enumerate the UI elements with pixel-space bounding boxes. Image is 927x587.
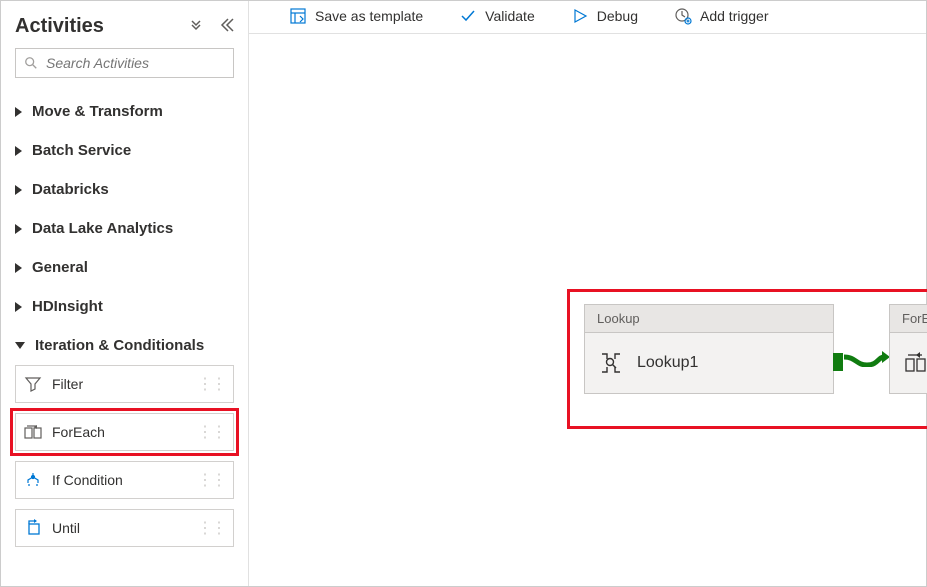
node-lookup[interactable]: Lookup Lookup1	[584, 304, 834, 394]
filter-icon	[24, 375, 42, 393]
category-move-transform[interactable]: Move & Transform	[15, 92, 234, 131]
category-batch-service[interactable]: Batch Service	[15, 131, 234, 170]
search-input[interactable]	[46, 55, 225, 71]
search-icon	[24, 56, 38, 70]
sidebar-header: Activities	[15, 15, 234, 38]
node-name: Lookup1	[637, 354, 698, 372]
category-iteration[interactable]: Iteration & Conditionals	[15, 326, 234, 365]
drag-handle-icon: ⋮⋮	[197, 518, 225, 538]
drag-handle-icon: ⋮⋮	[197, 470, 225, 490]
validate-button[interactable]: Validate	[459, 7, 535, 25]
search-activities-box[interactable]	[15, 48, 234, 78]
drag-handle-icon: ⋮⋮	[197, 374, 225, 394]
category-data-lake[interactable]: Data Lake Analytics	[15, 209, 234, 248]
lookup-icon	[599, 351, 623, 375]
node-foreach[interactable]: ForEach ForEach1	[889, 304, 927, 394]
trigger-icon	[674, 7, 692, 25]
category-databricks[interactable]: Databricks	[15, 170, 234, 209]
foreach-icon	[24, 423, 42, 441]
foreach-icon	[904, 351, 927, 375]
check-icon	[459, 7, 477, 25]
activity-label: If Condition	[52, 472, 197, 488]
activities-title: Activities	[15, 15, 104, 38]
node-header: ForEach	[890, 305, 927, 333]
activity-foreach[interactable]: ForEach ⋮⋮	[15, 413, 234, 451]
output-port[interactable]	[833, 353, 843, 371]
save-template-icon	[289, 7, 307, 25]
debug-button[interactable]: Debug	[571, 7, 638, 25]
until-icon	[24, 519, 42, 537]
play-icon	[571, 7, 589, 25]
activity-label: ForEach	[52, 424, 197, 440]
activities-panel: Activities Move & Transform Batch Servic…	[1, 1, 249, 586]
drag-handle-icon: ⋮⋮	[197, 422, 225, 442]
activity-filter[interactable]: Filter ⋮⋮	[15, 365, 234, 403]
category-hdinsight[interactable]: HDInsight	[15, 287, 234, 326]
if-condition-icon	[24, 471, 42, 489]
connector-arrow	[844, 347, 890, 367]
expand-all-icon[interactable]	[188, 17, 204, 36]
activity-if-condition[interactable]: If Condition ⋮⋮	[15, 461, 234, 499]
node-header: Lookup	[585, 305, 833, 333]
save-as-template-button[interactable]: Save as template	[289, 7, 423, 25]
activity-label: Filter	[52, 376, 197, 392]
collapse-panel-icon[interactable]	[218, 17, 234, 36]
add-trigger-button[interactable]: Add trigger	[674, 7, 768, 25]
toolbar: Save as template Validate Debug Add trig…	[249, 1, 926, 34]
main-area: Save as template Validate Debug Add trig…	[249, 1, 926, 586]
activity-label: Until	[52, 520, 197, 536]
pipeline-canvas[interactable]: Lookup Lookup1 ForEach ForEach1	[249, 34, 926, 586]
activity-until[interactable]: Until ⋮⋮	[15, 509, 234, 547]
category-general[interactable]: General	[15, 248, 234, 287]
